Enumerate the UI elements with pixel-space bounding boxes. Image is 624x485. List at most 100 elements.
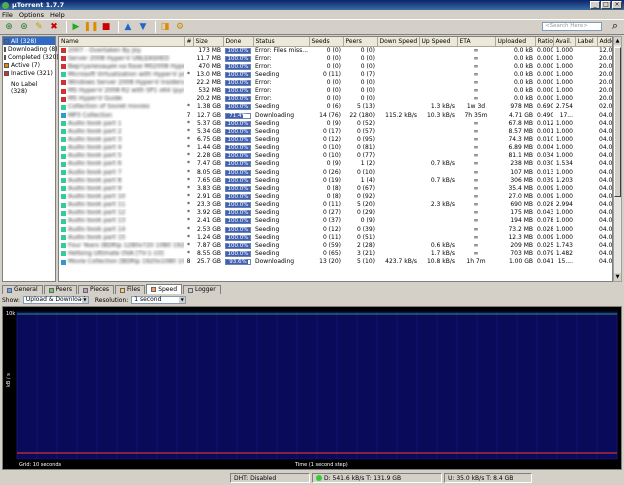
table-row[interactable]: Movie Collection [BDRip 1920x1080 1080p]…: [59, 258, 612, 266]
column-header-seeds[interactable]: Seeds: [309, 37, 344, 47]
seeding-icon: [61, 137, 66, 143]
table-row[interactable]: Audio book part 2 * 5.34 GB 100.0% Seeding 0 …: [59, 128, 612, 136]
cell-uploaded: 107 MB: [510, 168, 533, 176]
inactive-icon: [4, 70, 9, 76]
tab-peers[interactable]: Peers: [43, 285, 78, 294]
column-header-eta[interactable]: ETA: [457, 37, 496, 47]
column-header-ratio[interactable]: Ratio: [535, 37, 554, 47]
column-header-label[interactable]: Label: [575, 37, 598, 47]
cell-peers: 0 (0): [360, 87, 375, 95]
maximize-button[interactable]: □: [601, 1, 611, 9]
show-select[interactable]: Upload & Download ▼: [22, 296, 89, 304]
table-row[interactable]: Audio book part 14 * 2.53 GB 100.0% Seeding 0…: [59, 225, 612, 233]
add-url-icon[interactable]: ⊛: [18, 21, 30, 33]
table-row[interactable]: Windows Server 2008 Hyper-V Insiders 22.2…: [59, 79, 612, 87]
cell-eta: 7h 35m: [464, 111, 488, 119]
sidebar-item-downloading[interactable]: Downloading (8): [3, 45, 58, 53]
preferences-icon[interactable]: ⚙: [174, 21, 186, 33]
remove-icon[interactable]: ✖: [48, 21, 60, 33]
table-row[interactable]: Server 2008 Hyper-V UNLEASHED 11.7 MB 100.…: [59, 55, 612, 63]
sidebar-item-inactive[interactable]: Inactive (321): [3, 69, 55, 77]
cell-eta: ∞: [473, 184, 479, 192]
column-header-up-speed[interactable]: Up Speed: [419, 37, 458, 47]
start-icon[interactable]: ▶: [70, 21, 82, 33]
table-row[interactable]: Audio book part 3 * 6.75 GB 100.0% Seeding 0 …: [59, 136, 612, 144]
table-row[interactable]: Hellsing Ultimate OVA [TV-1-10] * 8.55 GB 1…: [59, 250, 612, 258]
close-button[interactable]: ×: [612, 1, 622, 9]
pieces-icon: [83, 287, 89, 293]
add-torrent-icon[interactable]: ⊕: [3, 21, 15, 33]
seeding-icon: [61, 129, 66, 135]
list-scrollbar[interactable]: ▲ ▼: [613, 36, 622, 282]
cell-added: 20.03.2011 16: [599, 95, 613, 103]
torrent-name: 2007 - Overtaken By Joy: [59, 46, 184, 55]
cell-label: [575, 136, 597, 144]
column-header-down-speed[interactable]: Down Speed: [377, 37, 420, 47]
table-row[interactable]: Audio book part 4 * 1.44 GB 100.0% Seeding 0 …: [59, 144, 612, 152]
table-row[interactable]: Audio book part 11 * 23.3 GB 100.0% Seeding 0…: [59, 201, 612, 209]
move-up-icon[interactable]: ▲: [122, 21, 134, 33]
column-header-done[interactable]: Done: [223, 37, 254, 47]
table-row[interactable]: Audio book part 5 * 2.28 GB 100.0% Seeding 0 …: [59, 152, 612, 160]
create-torrent-icon[interactable]: ✎: [33, 21, 45, 33]
table-row[interactable]: MP3 Collection 7 12.7 GB 71.4% Downloading 14…: [59, 111, 612, 119]
table-row[interactable]: Audio book part 13 * 2.41 GB 100.0% Seeding 0…: [59, 217, 612, 225]
search-input[interactable]: <Search Here>: [542, 22, 602, 31]
table-row[interactable]: Audio book part 1 * 5.37 GB 100.0% Seeding 0 …: [59, 120, 612, 128]
table-row[interactable]: Four Years (BDRip 1280x720 1080 1920) * 7.…: [59, 242, 612, 250]
table-row[interactable]: Audio book part 7 * 8.05 GB 100.0% Seeding 0 …: [59, 168, 612, 176]
scroll-thumb[interactable]: [614, 47, 621, 197]
table-row[interactable]: Audio book part 6 * 7.47 GB 100.0% Seeding 0 …: [59, 160, 612, 168]
tab-pieces[interactable]: Pieces: [78, 285, 115, 294]
table-row[interactable]: MS Hyper-V 2008 R2 with SP1 x64 (русский…: [59, 87, 612, 95]
tab-speed[interactable]: Speed: [146, 284, 182, 294]
rss-icon[interactable]: ◨: [159, 21, 171, 33]
scroll-down-icon[interactable]: ▼: [614, 273, 621, 281]
error-icon: [61, 64, 66, 70]
scroll-up-icon[interactable]: ▲: [614, 37, 621, 45]
cell-seeds: 0 (37): [322, 217, 341, 225]
column-header-name[interactable]: Name: [59, 37, 185, 47]
column-header-peers[interactable]: Peers: [343, 37, 378, 47]
move-down-icon[interactable]: ▼: [137, 21, 149, 33]
column-header-[interactable]: #: [184, 37, 194, 47]
minimize-button[interactable]: _: [590, 1, 600, 9]
cell-ratio: 0.009: [537, 233, 553, 241]
column-header-avail[interactable]: Avail.: [553, 37, 576, 47]
table-row[interactable]: Audio book part 15 * 1.24 GB 100.0% Seeding 0…: [59, 233, 612, 242]
table-row[interactable]: Collection of Soviet movies * 1.38 GB 100.0…: [59, 103, 612, 111]
progress-text: 100.0%: [227, 71, 249, 78]
stop-icon[interactable]: ■: [100, 21, 112, 33]
cell-num: [184, 87, 193, 95]
torrent-name-text: MS Hyper-V 2008 R2 with SP1 x64 (русский…: [68, 87, 184, 95]
table-row[interactable]: Audio book part 9 * 3.83 GB 100.0% Seeding 0 …: [59, 184, 612, 193]
sidebar-item-no-label[interactable]: No Label (328): [3, 81, 55, 95]
search-icon[interactable]: ⌕: [612, 19, 618, 33]
sidebar-item-active[interactable]: Active (7): [3, 61, 55, 69]
pause-icon[interactable]: ❚❚: [83, 21, 98, 33]
tab-general[interactable]: General: [2, 285, 43, 294]
menu-options[interactable]: Options: [19, 11, 44, 19]
column-header-status[interactable]: Status: [253, 37, 310, 47]
table-row[interactable]: Audio book part 12 * 3.92 GB 100.0% Seeding 0…: [59, 209, 613, 217]
column-header-size[interactable]: Size: [193, 37, 224, 47]
table-row[interactable]: Audio book part 10 * 2.91 GB 100.0% Seeding 0…: [59, 193, 612, 201]
tab-logger[interactable]: Logger: [183, 285, 221, 294]
menu-help[interactable]: Help: [50, 11, 65, 19]
table-row[interactable]: Microsoft Virtualization with Hyper-V pd…: [59, 71, 612, 79]
sidebar-item-all[interactable]: All (328): [3, 37, 55, 45]
table-row[interactable]: 2007 - Overtaken By Joy 173 MB 100.0% Error…: [59, 46, 612, 55]
cell-ratio: 0.004: [537, 144, 553, 152]
column-header-uploaded[interactable]: Uploaded: [495, 37, 536, 47]
sidebar-item-completed[interactable]: Completed (320): [3, 53, 59, 61]
cell-added: 04.04.2011 23: [599, 209, 613, 217]
tab-files[interactable]: Files: [115, 285, 146, 294]
table-row[interactable]: MS Hyper-V Guide 20.2 MB 100.0% Error: 0 (0)…: [59, 95, 613, 103]
progress-bar: 100.0%: [225, 136, 251, 143]
table-row[interactable]: Виртуализация на базе MS2008 Hyper-V 470 …: [59, 63, 612, 71]
column-header-added-on[interactable]: Added On: [597, 37, 612, 47]
menu-file[interactable]: File: [2, 11, 13, 19]
cell-label: [575, 95, 597, 103]
resolution-select[interactable]: 1 second ▼: [131, 296, 187, 304]
table-row[interactable]: Audio book part 8 * 7.65 GB 100.0% Seeding 0 …: [59, 177, 612, 185]
